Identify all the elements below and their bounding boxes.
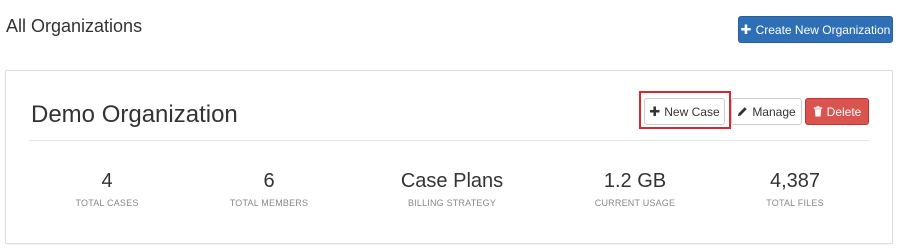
page-title: All Organizations	[6, 16, 143, 36]
manage-label: Manage	[752, 104, 796, 119]
delete-button[interactable]: Delete	[805, 98, 869, 125]
create-new-organization-button[interactable]: ✚ Create New Organization	[738, 16, 893, 43]
stat-value: Case Plans	[400, 170, 504, 192]
stat-total-members: 6 TOTAL MEMBERS	[189, 170, 349, 208]
plus-icon: ✚	[740, 22, 752, 37]
stat-value: 4	[101, 170, 113, 192]
stat-billing-strategy: Case Plans BILLING STRATEGY	[372, 170, 532, 208]
stat-total-files: 4,387 TOTAL FILES	[715, 170, 875, 208]
stat-total-cases: 4 TOTAL CASES	[27, 170, 187, 208]
new-case-button[interactable]: ✚ New Case	[644, 98, 725, 125]
organization-stats: 4 TOTAL CASES 6 TOTAL MEMBERS Case Plans…	[6, 170, 894, 220]
create-new-organization-label: Create New Organization	[755, 22, 891, 37]
new-case-label: New Case	[664, 104, 720, 119]
stat-label: TOTAL MEMBERS	[229, 198, 309, 208]
plus-icon: ✚	[649, 104, 661, 119]
stat-label: CURRENT USAGE	[594, 198, 676, 208]
stat-label: TOTAL CASES	[75, 198, 139, 208]
organization-name: Demo Organization	[31, 101, 238, 128]
organization-panel: Demo Organization ✚ New Case Manage Dele…	[5, 70, 893, 244]
delete-label: Delete	[826, 104, 862, 119]
stat-value: 4,387	[769, 170, 821, 192]
trash-icon	[813, 106, 823, 117]
stat-current-usage: 1.2 GB CURRENT USAGE	[555, 170, 715, 208]
stat-label: TOTAL FILES	[766, 198, 824, 208]
manage-button[interactable]: Manage	[731, 98, 802, 125]
stat-label: BILLING STRATEGY	[407, 198, 497, 208]
panel-divider	[29, 140, 869, 141]
pencil-icon	[737, 106, 748, 117]
stat-value: 1.2 GB	[603, 170, 667, 192]
stat-value: 6	[263, 170, 275, 192]
